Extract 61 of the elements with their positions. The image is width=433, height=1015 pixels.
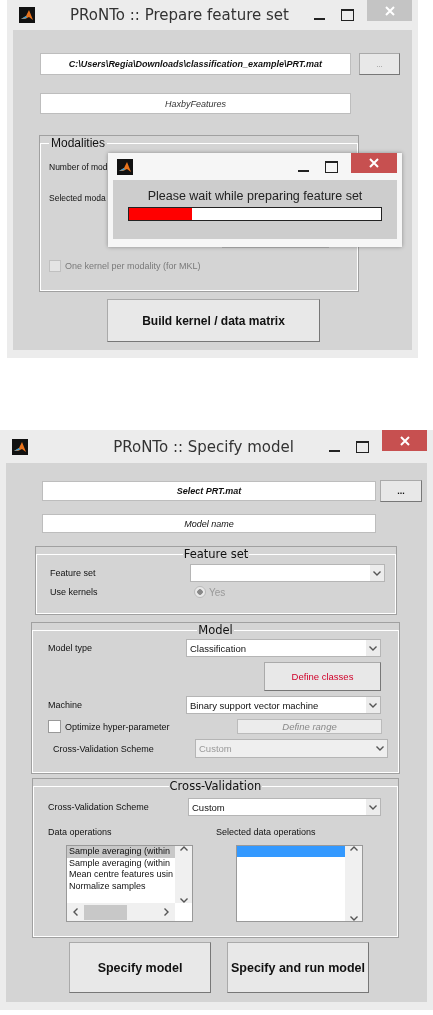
close-icon bbox=[399, 435, 410, 446]
feature-set-name-field[interactable]: HaxbyFeatures bbox=[40, 93, 351, 114]
build-button[interactable]: Build kernel / data matrix bbox=[107, 299, 320, 342]
caret-icon bbox=[373, 570, 381, 576]
list-item[interactable]: Sample averaging (within bbox=[67, 846, 175, 858]
close-icon bbox=[369, 158, 379, 168]
panel-legend: Modalities bbox=[49, 136, 108, 150]
model-type-dropdown[interactable]: Classification bbox=[186, 639, 381, 657]
field-label: Cross-Validation Scheme bbox=[53, 743, 154, 754]
scroll-up-icon[interactable] bbox=[349, 846, 358, 851]
peak-icon bbox=[117, 158, 133, 175]
close-icon bbox=[384, 5, 395, 16]
list-item[interactable]: Mean centre features usin bbox=[67, 869, 175, 881]
scroll-down-icon[interactable] bbox=[179, 898, 188, 903]
maximize-icon[interactable] bbox=[325, 160, 338, 173]
scroll-right-icon[interactable] bbox=[164, 908, 169, 916]
window-title: PRoNTo :: Specify model bbox=[112, 437, 295, 456]
panel-legend: Model bbox=[197, 623, 234, 637]
panel-legend: Feature set bbox=[182, 547, 250, 561]
model-name-field[interactable]: Model name bbox=[42, 514, 376, 533]
progress-message: Please wait while preparing feature set bbox=[147, 189, 363, 203]
action-button[interactable]: Specify and run model bbox=[227, 942, 369, 993]
caret-icon bbox=[369, 702, 377, 708]
checkbox-label: Optimize hyper-parameter bbox=[65, 721, 170, 732]
cv-scheme-dropdown[interactable]: Custom bbox=[188, 798, 381, 816]
list-item[interactable]: Normalize samples bbox=[67, 880, 175, 892]
list-label: Data operations bbox=[48, 827, 113, 837]
window-title: PRoNTo :: Prepare feature set bbox=[69, 6, 290, 24]
field-label: Model type bbox=[48, 643, 94, 653]
checkbox[interactable] bbox=[48, 720, 61, 733]
field-label: Use kernels bbox=[50, 587, 99, 597]
machine-dropdown[interactable]: Binary support vector machine bbox=[186, 696, 381, 714]
define-classes-button[interactable]: Define classes bbox=[264, 662, 381, 691]
list-item[interactable]: Sample averaging (within bbox=[67, 857, 175, 869]
prt-file-field[interactable]: Select PRT.mat bbox=[42, 481, 376, 501]
caret-icon bbox=[369, 645, 377, 651]
maximize-icon[interactable] bbox=[341, 9, 354, 21]
field-label: Cross-Validation Scheme bbox=[48, 802, 150, 812]
checkbox-label: One kernel per modality (for MKL) bbox=[65, 261, 201, 271]
close-button[interactable] bbox=[382, 430, 427, 451]
maximize-icon[interactable] bbox=[356, 440, 369, 453]
minimize-icon[interactable] bbox=[329, 449, 340, 452]
scrollbar-thumb[interactable] bbox=[84, 904, 127, 920]
close-button[interactable] bbox=[351, 153, 397, 173]
action-button[interactable]: Specify model bbox=[69, 942, 211, 993]
field-label: Machine bbox=[48, 700, 84, 710]
scroll-left-icon[interactable] bbox=[73, 908, 78, 916]
scroll-down-icon[interactable] bbox=[349, 916, 358, 921]
caret-icon bbox=[376, 746, 384, 751]
minimize-icon[interactable] bbox=[298, 169, 309, 172]
field-label: Feature set bbox=[50, 568, 97, 578]
browse-button[interactable]: ... bbox=[380, 480, 422, 502]
list-label: Selected data operations bbox=[216, 827, 317, 837]
panel-legend: Cross-Validation bbox=[168, 779, 263, 793]
peak-icon bbox=[12, 438, 28, 455]
file-path-field[interactable]: C:\Users\Regia\Downloads\classification_example\PRT.mat bbox=[40, 53, 351, 75]
field-label: Selected moda bbox=[49, 193, 106, 203]
peak-icon bbox=[19, 7, 35, 23]
caret-icon bbox=[369, 804, 377, 810]
field-label: Number of mod bbox=[49, 162, 108, 172]
scroll-up-icon[interactable] bbox=[179, 846, 188, 851]
